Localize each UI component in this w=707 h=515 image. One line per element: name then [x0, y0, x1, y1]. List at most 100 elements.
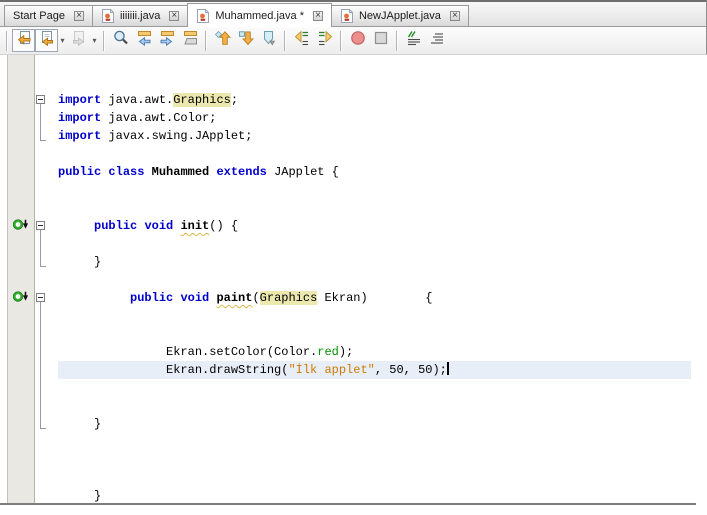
comment-button[interactable]	[402, 29, 425, 52]
next-bookmark-button[interactable]	[234, 29, 257, 52]
chevron-down-icon[interactable]	[90, 29, 99, 52]
code-line-text: }	[58, 415, 691, 433]
code-line[interactable]	[0, 235, 707, 253]
find-next-occurrence-button[interactable]	[155, 29, 178, 52]
code-line-text: public void init() {	[58, 217, 691, 235]
code-line[interactable]: import javax.swing.JApplet;	[0, 127, 707, 145]
tab-start-page[interactable]: Start Page	[4, 5, 93, 26]
previous-bookmark-button[interactable]	[211, 29, 234, 52]
code-line[interactable]: import java.awt.Color;	[0, 109, 707, 127]
fold-collapse-button[interactable]	[36, 221, 45, 230]
code-line[interactable]	[0, 199, 707, 217]
comment-icon	[405, 29, 423, 52]
stop-macro-recording-button[interactable]	[369, 29, 392, 52]
fold-line	[40, 307, 41, 325]
fold-end-tick	[40, 140, 46, 141]
tab-close-button[interactable]	[169, 10, 180, 21]
code-line[interactable]: }	[0, 487, 707, 503]
fold-line	[40, 343, 41, 361]
fold-line	[40, 397, 41, 415]
code-line[interactable]	[0, 469, 707, 487]
fold-margin	[35, 127, 58, 145]
tab-newjapplet-java[interactable]: NewJApplet.java	[330, 5, 469, 26]
code-line[interactable]	[0, 379, 707, 397]
last-edit-location-button[interactable]	[12, 29, 35, 52]
fold-end-tick	[40, 428, 46, 429]
code-token: Graphics	[259, 291, 318, 305]
find-selection-button[interactable]	[109, 29, 132, 52]
toolbar-separator	[205, 30, 207, 51]
annotation-gutter	[7, 469, 35, 487]
java-file-icon	[196, 8, 210, 24]
find-previous-occurrence-button[interactable]	[132, 29, 155, 52]
shift-line-left-button[interactable]	[290, 29, 313, 52]
tab-muhammed-java[interactable]: Muhammed.java *	[187, 3, 332, 27]
toggle-bookmark-button[interactable]	[257, 29, 280, 52]
shift-line-right-button[interactable]	[313, 29, 336, 52]
toggle-highlight-icon	[181, 29, 199, 52]
code-editor[interactable]: import java.awt.Graphics; import java.awt…	[0, 55, 707, 503]
chevron-down-icon[interactable]	[58, 29, 67, 52]
code-line[interactable]	[0, 307, 707, 325]
fold-margin	[35, 469, 58, 487]
back-icon	[38, 29, 56, 52]
back-button[interactable]	[35, 29, 58, 52]
code-line[interactable]: Ekran.setColor(Color.red);	[0, 343, 707, 361]
override-annotation-icon[interactable]	[12, 290, 30, 306]
code-line[interactable]: Ekran.drawString("İlk applet", 50, 50);	[0, 361, 707, 379]
override-annotation-icon[interactable]	[12, 218, 30, 234]
code-token: Ekran.drawString(	[58, 363, 289, 377]
code-line-text: }	[58, 253, 691, 271]
annotation-gutter	[7, 55, 35, 73]
annotation-gutter	[7, 253, 35, 271]
code-line[interactable]	[0, 451, 707, 469]
shift-right-icon	[316, 29, 334, 52]
code-token: public	[58, 165, 102, 179]
code-line[interactable]	[0, 271, 707, 289]
tab-iiiiiii-java[interactable]: iiiiiii.java	[91, 5, 189, 26]
code-line[interactable]	[0, 433, 707, 451]
editor-left-margin	[0, 235, 7, 253]
editor-left-margin	[0, 361, 7, 379]
code-line[interactable]	[0, 325, 707, 343]
annotation-gutter	[7, 343, 35, 361]
tab-close-button[interactable]	[73, 10, 84, 21]
code-line[interactable]: }	[0, 415, 707, 433]
editor-left-margin	[0, 451, 7, 469]
toggle-bookmark-icon	[260, 29, 278, 52]
code-line[interactable]	[0, 55, 707, 73]
code-line[interactable]	[0, 73, 707, 91]
editor-left-margin	[0, 217, 7, 235]
editor-left-margin	[0, 397, 7, 415]
code-line[interactable]	[0, 397, 707, 415]
tab-label: iiiiiii.java	[119, 10, 161, 22]
uncomment-button[interactable]	[425, 29, 448, 52]
editor-left-margin	[0, 433, 7, 451]
fold-collapse-button[interactable]	[36, 95, 45, 104]
code-token: );	[338, 345, 354, 359]
code-line[interactable]: }	[0, 253, 707, 271]
code-line[interactable]: public void init() {	[0, 217, 707, 235]
code-line[interactable]: public class Muhammed extends JApplet {	[0, 163, 707, 181]
start-macro-recording-button[interactable]	[346, 29, 369, 52]
code-line[interactable]: import java.awt.Graphics;	[0, 91, 707, 109]
code-line[interactable]	[0, 145, 707, 163]
forward-button[interactable]	[67, 29, 90, 52]
code-token: import	[58, 111, 102, 125]
code-line[interactable]	[0, 181, 707, 199]
tab-close-button[interactable]	[449, 10, 460, 21]
fold-line	[40, 253, 41, 266]
annotation-gutter	[7, 379, 35, 397]
toggle-highlight-search-button[interactable]	[178, 29, 201, 52]
code-token: init	[180, 219, 210, 233]
editor-left-margin	[0, 163, 7, 181]
toolbar-separator	[396, 30, 398, 51]
fold-line	[40, 361, 41, 379]
code-line[interactable]: public void paint(Graphics Ekran) {	[0, 289, 707, 307]
fold-collapse-button[interactable]	[36, 293, 45, 302]
editor-left-margin	[0, 145, 7, 163]
tab-close-button[interactable]	[312, 10, 323, 21]
editor-left-margin	[0, 469, 7, 487]
